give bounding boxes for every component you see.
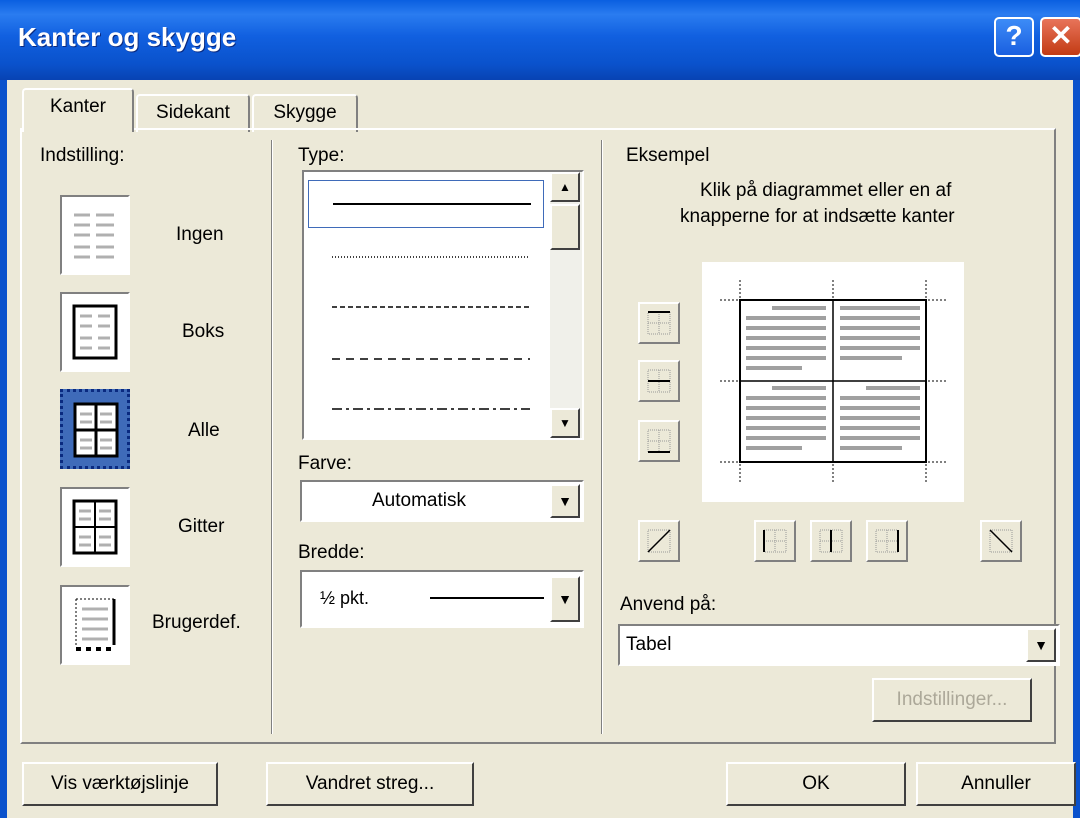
example-heading: Eksempel xyxy=(626,145,710,166)
border-inside-vertical-button[interactable] xyxy=(810,520,852,562)
question-icon: ? xyxy=(1005,20,1023,51)
color-label: Farve: xyxy=(298,453,352,474)
options-button[interactable]: Indstillinger... xyxy=(872,678,1032,722)
apply-dropdown-button[interactable]: ▼ xyxy=(1026,628,1056,662)
list-item-selected[interactable] xyxy=(308,180,544,228)
ok-button[interactable]: OK xyxy=(726,762,906,806)
chevron-down-icon: ▼ xyxy=(558,493,572,509)
setting-box-option[interactable] xyxy=(60,292,130,372)
setting-custom-label[interactable]: Brugerdef. xyxy=(152,612,241,634)
scroll-thumb[interactable] xyxy=(550,204,580,250)
setting-box-icon xyxy=(72,304,118,360)
type-label: Type: xyxy=(298,145,345,166)
setting-heading: Indstilling: xyxy=(40,145,125,166)
list-item[interactable] xyxy=(308,284,544,330)
list-scrollbar[interactable]: ▲ ▼ xyxy=(550,172,582,438)
window-frame-left xyxy=(0,80,7,818)
scroll-up-button[interactable]: ▲ xyxy=(550,172,580,202)
setting-all-label[interactable]: Alle xyxy=(188,420,220,442)
show-toolbar-button[interactable]: Vis værktøjslinje xyxy=(22,762,218,806)
border-left-icon xyxy=(763,529,787,553)
tab-skygge[interactable]: Skygge xyxy=(252,94,358,132)
example-hint-line2: knapperne for at indsætte kanter xyxy=(680,206,955,227)
table-preview-diagram xyxy=(720,280,948,484)
help-button[interactable]: ? xyxy=(994,17,1034,57)
setting-grid-label[interactable]: Gitter xyxy=(178,516,224,538)
diagonal-down-icon xyxy=(989,529,1013,553)
setting-all-option[interactable] xyxy=(60,389,130,469)
close-icon: ✕ xyxy=(1049,20,1073,51)
border-right-icon xyxy=(875,529,899,553)
window-title: Kanter og skygge xyxy=(18,22,237,52)
setting-custom-option[interactable] xyxy=(60,585,130,665)
color-value: Automatisk xyxy=(372,490,466,511)
border-bottom-button[interactable] xyxy=(638,420,680,462)
border-style-list[interactable]: ▲ ▼ xyxy=(302,170,584,440)
cancel-button[interactable]: Annuller xyxy=(916,762,1076,806)
triangle-down-icon: ▼ xyxy=(559,416,571,430)
setting-none-option[interactable] xyxy=(60,195,130,275)
tab-sidekant[interactable]: Sidekant xyxy=(136,94,250,132)
border-inside-horizontal-button[interactable] xyxy=(638,360,680,402)
setting-box-label[interactable]: Boks xyxy=(182,321,224,343)
example-hint-line1: Klik på diagrammet eller en af xyxy=(700,180,952,201)
width-dropdown-button[interactable]: ▼ xyxy=(550,576,580,622)
diagonal-up-icon xyxy=(647,529,671,553)
separator xyxy=(601,140,603,734)
border-bottom-icon xyxy=(647,429,671,453)
apply-dropdown[interactable]: Tabel ▼ xyxy=(618,624,1060,666)
border-inside-horizontal-icon xyxy=(647,369,671,393)
tab-kanter[interactable]: Kanter xyxy=(22,88,134,132)
border-diagonal-up-button[interactable] xyxy=(638,520,680,562)
color-dropdown-button[interactable]: ▼ xyxy=(550,484,580,518)
width-preview-line xyxy=(430,597,544,599)
setting-custom-icon xyxy=(75,598,116,651)
color-dropdown[interactable]: Automatisk ▼ xyxy=(300,480,584,522)
border-diagonal-down-button[interactable] xyxy=(980,520,1022,562)
setting-grid-icon xyxy=(72,499,118,555)
setting-grid-option[interactable] xyxy=(60,487,130,567)
apply-label: Anvend på: xyxy=(620,594,717,615)
width-label: Bredde: xyxy=(298,542,365,563)
list-item[interactable] xyxy=(308,386,544,432)
setting-all-icon xyxy=(73,402,119,458)
border-top-button[interactable] xyxy=(638,302,680,344)
list-item[interactable] xyxy=(308,234,544,280)
border-top-icon xyxy=(647,311,671,335)
setting-none-icon xyxy=(74,213,114,259)
triangle-up-icon: ▲ xyxy=(559,180,571,194)
border-right-button[interactable] xyxy=(866,520,908,562)
border-inside-vertical-icon xyxy=(819,529,843,553)
setting-none-label[interactable]: Ingen xyxy=(176,224,224,246)
border-left-button[interactable] xyxy=(754,520,796,562)
window-frame-right xyxy=(1073,80,1080,818)
separator xyxy=(271,140,273,734)
scroll-down-button[interactable]: ▼ xyxy=(550,408,580,438)
apply-value: Tabel xyxy=(626,634,672,655)
horizontal-line-button[interactable]: Vandret streg... xyxy=(266,762,474,806)
chevron-down-icon: ▼ xyxy=(558,591,572,607)
width-value: ½ pkt. xyxy=(320,588,370,608)
list-item[interactable] xyxy=(308,336,544,382)
title-bar: Kanter og skygge ? ✕ xyxy=(0,0,1080,80)
close-button[interactable]: ✕ xyxy=(1040,17,1080,57)
width-dropdown[interactable]: ½ pkt. ▼ xyxy=(300,570,584,628)
chevron-down-icon: ▼ xyxy=(1034,637,1048,653)
border-preview[interactable] xyxy=(702,262,964,502)
